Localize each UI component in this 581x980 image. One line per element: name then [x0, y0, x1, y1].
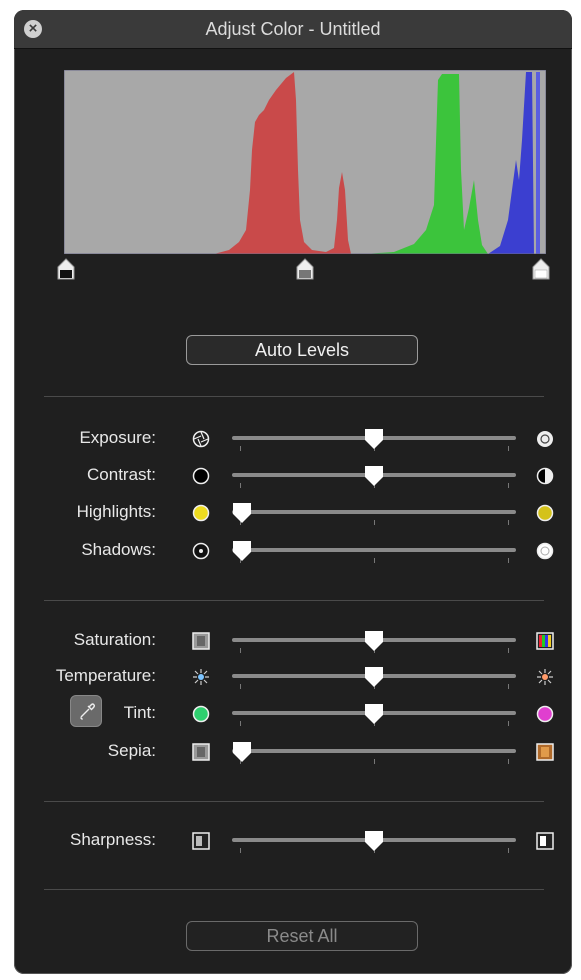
- contrast-label: Contrast:: [87, 465, 156, 484]
- saturation-slider-thumb[interactable]: [364, 630, 384, 652]
- gamma-point-handle[interactable]: [296, 258, 314, 280]
- color-square-icon[interactable]: [536, 632, 554, 650]
- eyedropper-icon: [80, 703, 96, 720]
- white-point-handle[interactable]: [532, 258, 550, 280]
- temperature-label: Temperature:: [55, 666, 156, 685]
- warm-sun-icon[interactable]: [536, 668, 554, 686]
- cool-sun-icon[interactable]: [192, 668, 210, 686]
- highlights-label: Highlights:: [76, 502, 156, 521]
- highlights-slider-thumb[interactable]: [232, 502, 252, 524]
- divider: [44, 801, 544, 802]
- divider: [44, 600, 544, 601]
- shadows-label: Shadows:: [81, 540, 156, 559]
- black-point-handle[interactable]: [57, 258, 75, 280]
- sharpness-label: Sharpness:: [70, 830, 156, 849]
- half-circle-icon[interactable]: [536, 467, 554, 485]
- magenta-circle-icon[interactable]: [536, 705, 554, 723]
- sepia-square-icon[interactable]: [536, 743, 554, 761]
- white-circle-icon[interactable]: [536, 542, 554, 560]
- saturation-label: Saturation:: [73, 630, 156, 649]
- tint-label: Tint:: [123, 703, 156, 722]
- tint-slider-thumb[interactable]: [364, 703, 384, 725]
- shadows-slider-thumb[interactable]: [232, 540, 252, 562]
- yellow-circle-icon[interactable]: [192, 504, 210, 522]
- divider: [44, 889, 544, 890]
- exposure-label: Exposure:: [79, 428, 156, 447]
- temperature-slider-thumb[interactable]: [364, 666, 384, 688]
- exposure-slider-thumb[interactable]: [364, 428, 384, 450]
- dot-circle-icon[interactable]: [192, 542, 210, 560]
- histogram-blue-spike: [536, 72, 540, 254]
- gray-square-icon[interactable]: [192, 632, 210, 650]
- green-circle-icon[interactable]: [192, 705, 210, 723]
- sharpness-slider-thumb[interactable]: [364, 830, 384, 852]
- contrast-slider-thumb[interactable]: [364, 465, 384, 487]
- highlights-slider[interactable]: [232, 510, 516, 514]
- auto-levels-button[interactable]: Auto Levels: [186, 335, 418, 365]
- shadows-slider[interactable]: [232, 548, 516, 552]
- histogram: [64, 70, 546, 254]
- divider: [44, 396, 544, 397]
- sepia-label: Sepia:: [107, 741, 156, 760]
- aperture-icon[interactable]: [192, 430, 210, 448]
- sepia-slider[interactable]: [232, 749, 516, 753]
- eyedropper-button[interactable]: [70, 695, 102, 727]
- yellow-circle-icon[interactable]: [536, 504, 554, 522]
- adjust-color-panel: × Adjust Color - Untitled Auto Levels Ex…: [14, 10, 572, 974]
- title-bar: × Adjust Color - Untitled: [14, 10, 572, 49]
- aperture-bright-icon[interactable]: [536, 430, 554, 448]
- sharp-square-icon[interactable]: [536, 832, 554, 850]
- gray-square-icon[interactable]: [192, 743, 210, 761]
- reset-all-button[interactable]: Reset All: [186, 921, 418, 951]
- sepia-slider-thumb[interactable]: [232, 741, 252, 763]
- window-title: Adjust Color - Untitled: [205, 19, 381, 39]
- circle-dark-icon[interactable]: [192, 467, 210, 485]
- soft-square-icon[interactable]: [192, 832, 210, 850]
